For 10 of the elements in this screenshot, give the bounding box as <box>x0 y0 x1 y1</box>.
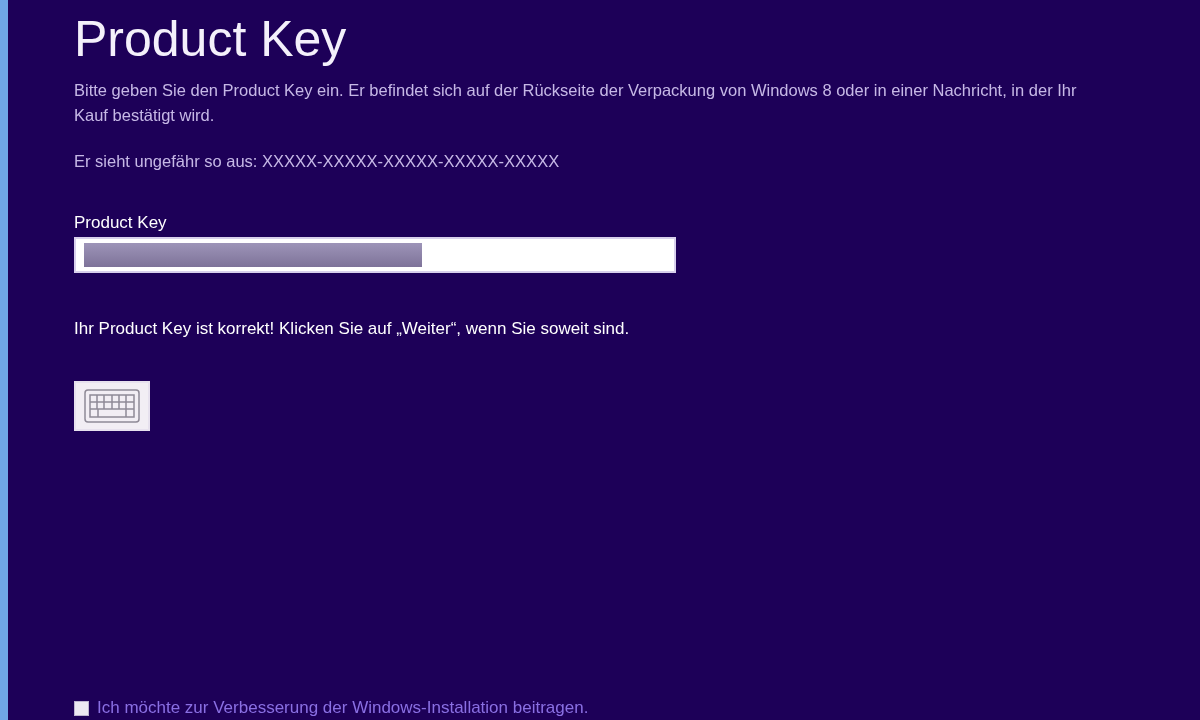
product-key-field[interactable] <box>74 237 676 273</box>
keyboard-button[interactable] <box>74 381 150 431</box>
page-title: Product Key <box>74 10 348 68</box>
status-message: Ihr Product Key ist korrekt! Klicken Sie auf „Weiter“, wenn Sie soweit sind. <box>74 319 630 339</box>
instruction-text: Bitte geben Sie den Product Key ein. Er befindet sich auf der Rückseite der Verpackung von Windows 8 oder in einer Nachricht, in der Ihr Kauf bestätigt wird. <box>74 80 1078 126</box>
field-label: Product Key <box>74 213 167 233</box>
keyboard-icon <box>83 388 141 424</box>
consent-checkbox[interactable] <box>74 700 89 716</box>
format-example: Er sieht ungefähr so aus: XXXXX-XXXXX-XXXXX-XXXXX-XXXXX <box>74 152 561 171</box>
consent-label: Ich möchte zur Verbesserung der Windows-Installation beitragen. <box>97 698 589 718</box>
